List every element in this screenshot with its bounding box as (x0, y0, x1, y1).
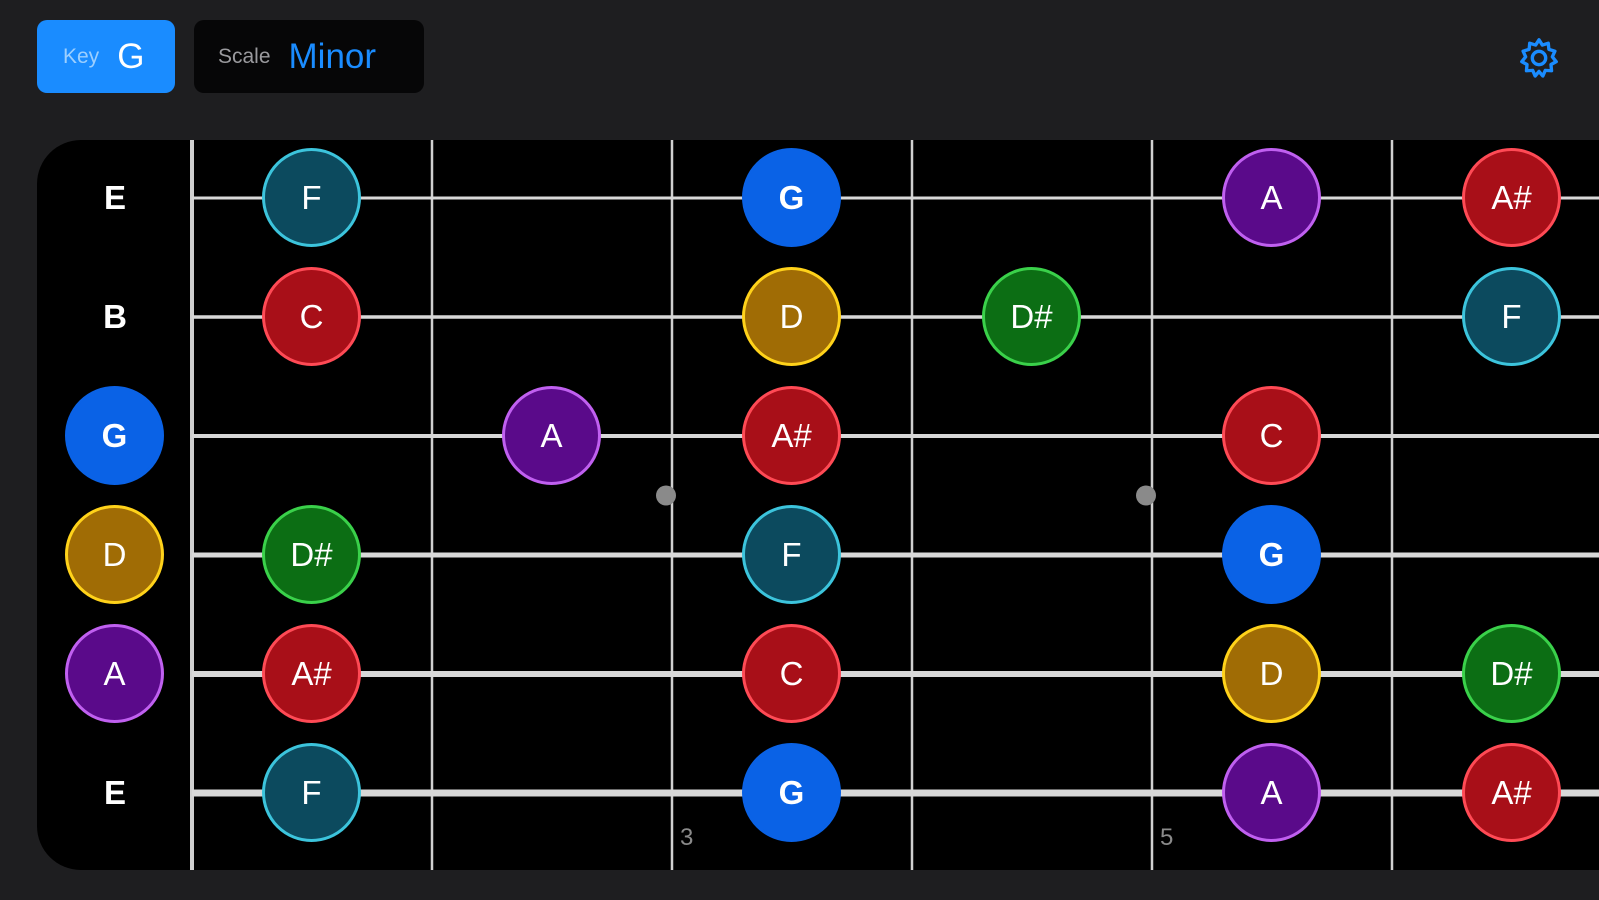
fretboard: EBGDAE F G A A# C D D# F A A# C D# F G A# C D D# F G A A# 3 5 (37, 140, 1599, 870)
note-marker[interactable]: F (262, 743, 361, 842)
key-label: Key (63, 44, 100, 68)
note-marker[interactable]: F (742, 505, 841, 604)
note-marker[interactable]: F (1462, 267, 1561, 366)
key-value: G (117, 36, 145, 76)
open-string-3[interactable]: G (65, 386, 164, 485)
open-string-2: B (103, 298, 127, 335)
note-marker[interactable]: A# (1462, 148, 1561, 247)
open-string-5[interactable]: A (65, 624, 164, 723)
note-marker[interactable]: D (742, 267, 841, 366)
note-marker[interactable]: A# (742, 386, 841, 485)
fret-inlay-dot (656, 485, 676, 506)
note-marker[interactable]: C (742, 624, 841, 723)
note-marker[interactable]: C (262, 267, 361, 366)
open-string-1: E (103, 179, 126, 216)
note-marker[interactable]: A (502, 386, 601, 485)
gear-icon[interactable] (1516, 35, 1562, 81)
note-marker[interactable]: F (262, 148, 361, 247)
note-marker[interactable]: D# (982, 267, 1081, 366)
note-marker[interactable]: C (1222, 386, 1321, 485)
scale-label: Scale (218, 44, 271, 68)
note-marker[interactable]: D# (262, 505, 361, 604)
fret-number: 3 (680, 824, 694, 851)
note-marker[interactable]: G (742, 743, 841, 842)
top-bar: Key G Scale Minor (0, 0, 1599, 120)
open-string-4[interactable]: D (65, 505, 164, 604)
open-string-6: E (103, 774, 126, 811)
note-marker[interactable]: A (1222, 743, 1321, 842)
note-marker[interactable]: G (1222, 505, 1321, 604)
note-marker[interactable]: A# (262, 624, 361, 723)
key-selector-button[interactable]: Key G (37, 20, 175, 93)
note-marker[interactable]: D (1222, 624, 1321, 723)
note-marker[interactable]: A# (1462, 743, 1561, 842)
scale-selector-button[interactable]: Scale Minor (194, 20, 424, 93)
fret-inlay-dot (1136, 485, 1156, 506)
fret-number: 5 (1160, 824, 1174, 851)
note-marker[interactable]: G (742, 148, 841, 247)
note-marker[interactable]: A (1222, 148, 1321, 247)
note-marker[interactable]: D# (1462, 624, 1561, 723)
scale-value: Minor (288, 36, 377, 76)
